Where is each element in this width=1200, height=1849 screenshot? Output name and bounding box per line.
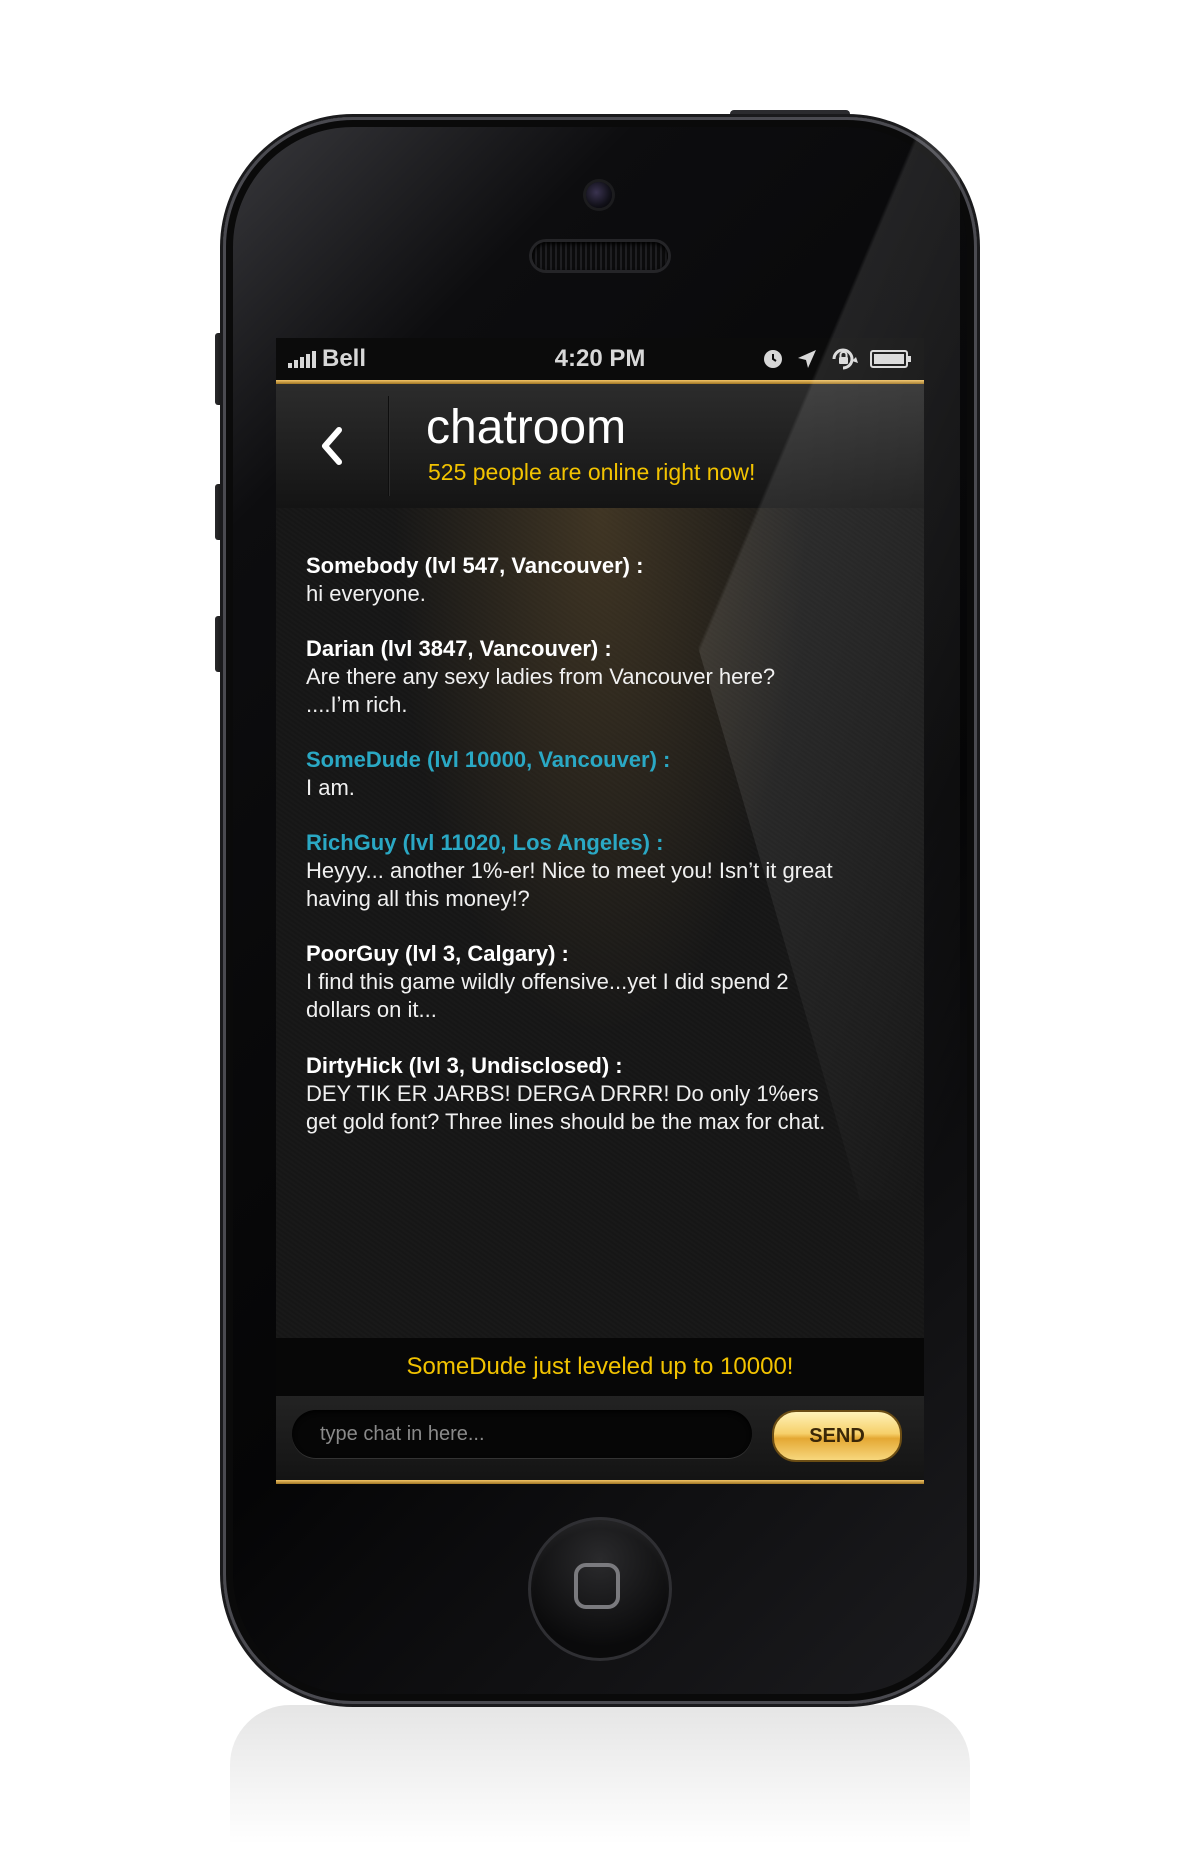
- nav-divider: [388, 396, 390, 496]
- message-text: ....I’m rich.: [306, 692, 408, 717]
- rotation-lock-icon: [832, 348, 858, 370]
- battery-icon: [870, 350, 911, 368]
- back-button[interactable]: [276, 384, 388, 508]
- signal-bars-icon: [288, 350, 316, 368]
- message-text: having all this money!?: [306, 886, 530, 911]
- chevron-left-icon: [322, 427, 342, 465]
- message-text: dollars on it...: [306, 997, 437, 1022]
- chat-message: SomeDude (lvl 10000, Vancouver) : I am.: [306, 746, 906, 802]
- message-author[interactable]: RichGuy (lvl 11020, Los Angeles) :: [306, 829, 906, 857]
- send-button[interactable]: SEND: [772, 1410, 902, 1462]
- carrier-group: Bell: [288, 345, 366, 373]
- message-text: get gold font? Three lines should be the…: [306, 1109, 826, 1134]
- message-text: hi everyone.: [306, 581, 426, 606]
- home-square-icon: [574, 1563, 620, 1609]
- phone-reflection: [230, 1705, 970, 1845]
- status-icons: [762, 347, 912, 371]
- message-author[interactable]: Somebody (lvl 547, Vancouver) :: [306, 552, 906, 580]
- message-author[interactable]: DirtyHick (lvl 3, Undisclosed) :: [306, 1052, 906, 1080]
- message-text: I find this game wildly offensive...yet …: [306, 969, 789, 994]
- chat-message: Darian (lvl 3847, Vancouver) : Are there…: [306, 635, 906, 719]
- location-arrow-icon: [798, 350, 816, 368]
- earpiece-speaker: [532, 242, 668, 270]
- home-button[interactable]: [528, 1517, 672, 1661]
- chat-message: RichGuy (lvl 11020, Los Angeles) : Heyyy…: [306, 829, 906, 913]
- nav-bar: chatroom 525 people are online right now…: [276, 384, 924, 508]
- message-author[interactable]: Darian (lvl 3847, Vancouver) :: [306, 635, 906, 663]
- bottom-divider: [276, 1480, 924, 1484]
- chat-input-bar: SEND: [276, 1396, 924, 1480]
- chat-message: PoorGuy (lvl 3, Calgary) : I find this g…: [306, 940, 906, 1024]
- phone-screen: Bell 4:20 PM chatroom 525 people are onl…: [276, 338, 924, 1484]
- chat-message: DirtyHick (lvl 3, Undisclosed) : DEY TIK…: [306, 1052, 906, 1136]
- message-text: I am.: [306, 775, 355, 800]
- carrier-name: Bell: [322, 345, 367, 372]
- level-up-announcement: SomeDude just leveled up to 10000!: [276, 1338, 924, 1396]
- message-author[interactable]: SomeDude (lvl 10000, Vancouver) :: [306, 746, 906, 774]
- status-bar: Bell 4:20 PM: [276, 338, 924, 380]
- message-text: Heyyy... another 1%-er! Nice to meet you…: [306, 858, 833, 883]
- chat-log[interactable]: Somebody (lvl 547, Vancouver) : hi every…: [276, 508, 924, 1338]
- online-count: 525 people are online right now!: [428, 459, 756, 485]
- message-text: DEY TIK ER JARBS! DERGA DRRR! Do only 1%…: [306, 1081, 819, 1106]
- page-title: chatroom: [426, 401, 627, 454]
- message-author[interactable]: PoorGuy (lvl 3, Calgary) :: [306, 940, 906, 968]
- chat-input[interactable]: [292, 1410, 752, 1458]
- alarm-clock-icon: [764, 350, 782, 368]
- front-camera: [586, 182, 612, 208]
- message-text: Are there any sexy ladies from Vancouver…: [306, 664, 776, 689]
- chat-message: Somebody (lvl 547, Vancouver) : hi every…: [306, 552, 906, 608]
